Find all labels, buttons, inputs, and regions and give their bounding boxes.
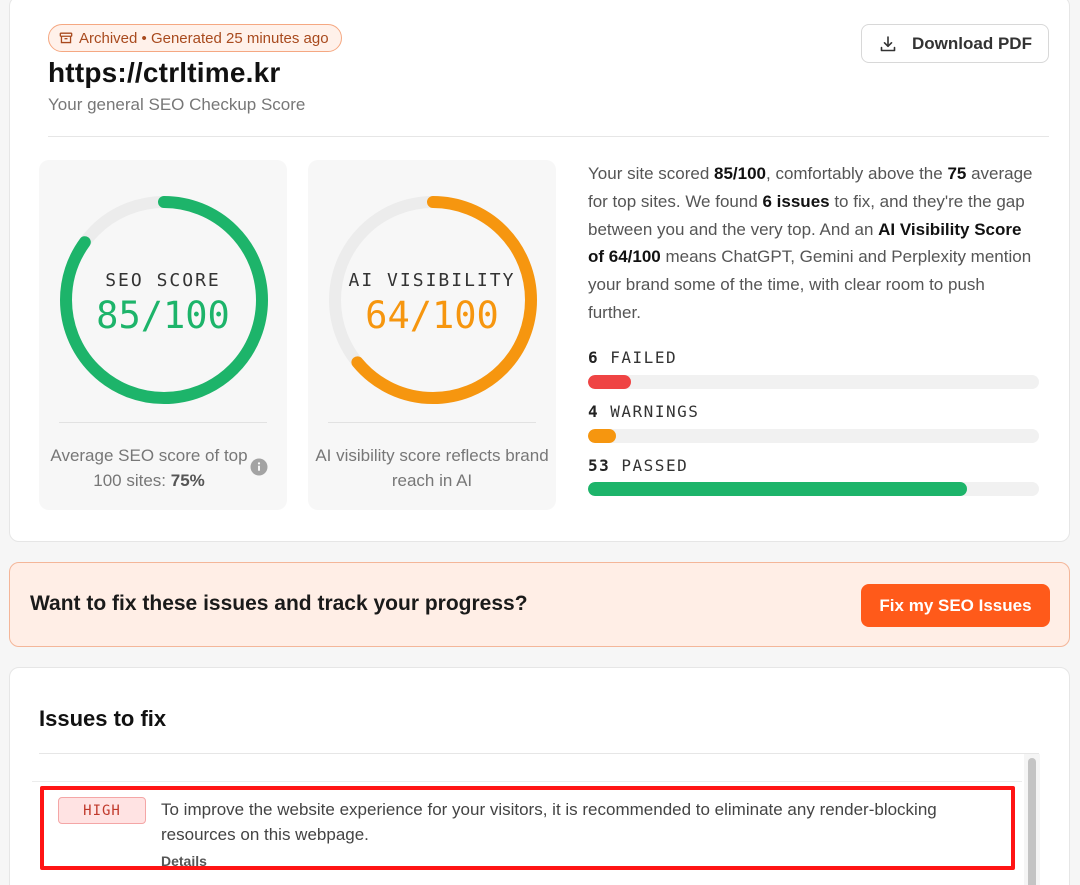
score-summary-text: Your site scored 85/100, comfortably abo… bbox=[588, 160, 1038, 327]
header-divider bbox=[48, 136, 1049, 137]
issues-scrollbar-thumb[interactable] bbox=[1028, 758, 1036, 885]
ai-panel-divider bbox=[328, 422, 536, 423]
seo-score-label: SEO SCORE bbox=[105, 270, 221, 291]
seo-caption-text: Average SEO score of top 100 sites: bbox=[50, 446, 248, 490]
fix-seo-issues-button[interactable]: Fix my SEO Issues bbox=[861, 584, 1050, 627]
ai-visibility-label: AI VISIBILITY bbox=[348, 270, 516, 291]
page-subtitle: Your general SEO Checkup Score bbox=[48, 95, 306, 114]
summary-text-2: , comfortably above the bbox=[766, 164, 948, 183]
issue-description: To improve the website experience for yo… bbox=[161, 800, 937, 844]
archived-status-badge: Archived • Generated 25 minutes ago bbox=[48, 24, 342, 52]
site-url-title: https://ctrltime.kr bbox=[48, 57, 281, 88]
issue-row[interactable]: HIGH To improve the website experience f… bbox=[40, 786, 1015, 870]
seo-score-value: 85/100 bbox=[96, 294, 230, 337]
failed-progress-fill bbox=[588, 375, 631, 389]
issues-section-title: Issues to fix bbox=[39, 706, 167, 731]
summary-bold-issues: 6 issues bbox=[762, 191, 830, 211]
warnings-metric-label: 4 WARNINGS bbox=[588, 402, 699, 421]
cta-banner: Want to fix these issues and track your … bbox=[9, 562, 1070, 647]
severity-badge: HIGH bbox=[58, 797, 146, 824]
issues-divider bbox=[39, 753, 1039, 754]
failed-metric-label: 6 FAILED bbox=[588, 348, 677, 367]
warnings-progress-fill bbox=[588, 429, 617, 443]
seo-panel-divider bbox=[59, 422, 267, 423]
passed-progress-fill bbox=[588, 482, 968, 496]
download-pdf-label: Download PDF bbox=[912, 33, 1032, 53]
failed-count: 6 bbox=[588, 348, 600, 367]
seo-score-caption: Average SEO score of top 100 sites: 75% bbox=[39, 443, 259, 493]
ai-visibility-panel: AI VISIBILITY 64/100 AI visibility score… bbox=[308, 160, 556, 510]
download-pdf-button[interactable]: Download PDF bbox=[861, 24, 1049, 63]
warnings-count: 4 bbox=[588, 402, 600, 421]
seo-caption-value: 75% bbox=[170, 471, 205, 490]
issues-card: Issues to fix HIGH To improve the websit… bbox=[9, 667, 1070, 885]
summary-bold-average: 75 bbox=[947, 164, 967, 183]
summary-bold-score: 85/100 bbox=[714, 164, 766, 183]
cta-text: Want to fix these issues and track your … bbox=[30, 592, 528, 615]
info-icon[interactable] bbox=[250, 458, 268, 476]
warnings-label: WARNINGS bbox=[610, 402, 700, 421]
ai-visibility-value: 64/100 bbox=[365, 294, 499, 337]
archive-icon bbox=[59, 32, 73, 44]
ai-visibility-caption: AI visibility score reflects brand reach… bbox=[315, 446, 549, 490]
passed-label: PASSED bbox=[621, 456, 689, 475]
issue-row-separator bbox=[32, 781, 1022, 782]
download-icon bbox=[880, 35, 896, 51]
passed-metric-label: 53 PASSED bbox=[588, 456, 688, 475]
issue-details-link[interactable]: Details bbox=[161, 853, 207, 869]
status-text: Archived • Generated 25 minutes ago bbox=[79, 29, 329, 47]
passed-progress-track bbox=[588, 482, 1039, 496]
failed-progress-track bbox=[588, 375, 1039, 389]
failed-label: FAILED bbox=[610, 348, 678, 367]
summary-text-1: Your site scored bbox=[588, 164, 714, 183]
passed-count: 53 bbox=[588, 456, 611, 475]
warnings-progress-track bbox=[588, 429, 1039, 443]
seo-score-panel: SEO SCORE 85/100 Average SEO score of to… bbox=[39, 160, 287, 510]
